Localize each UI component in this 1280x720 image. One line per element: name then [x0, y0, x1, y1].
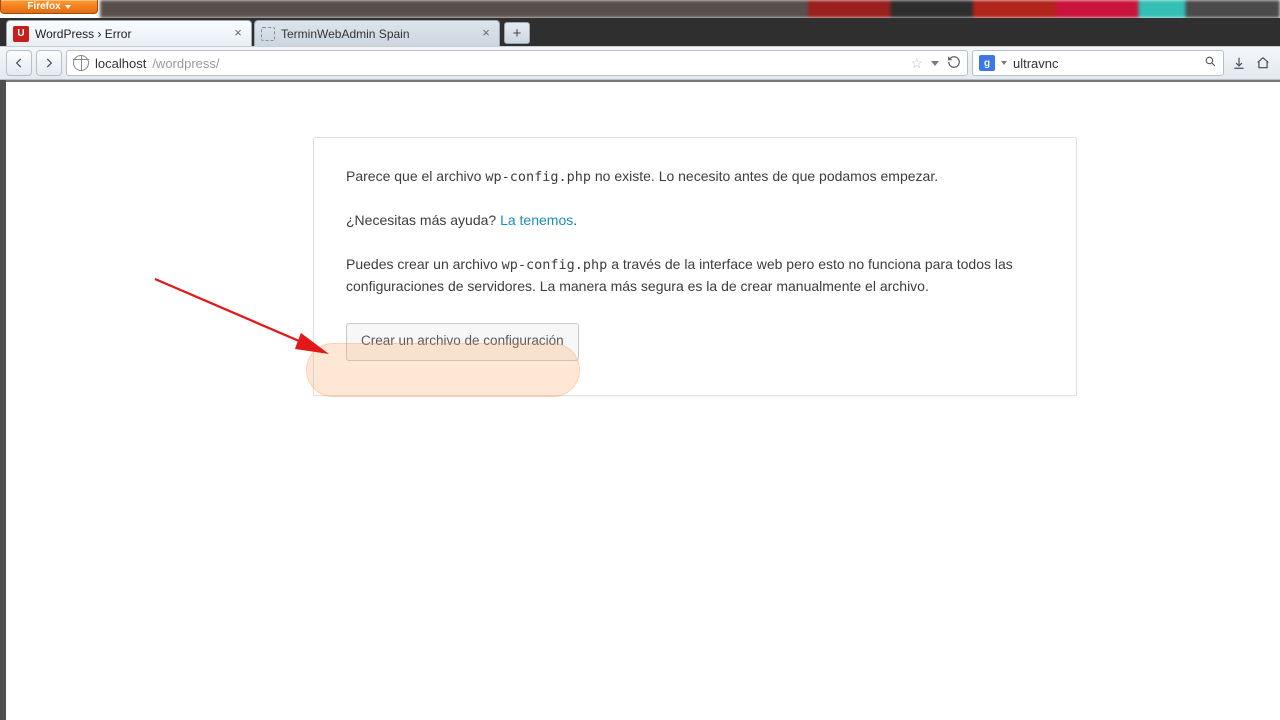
close-icon[interactable]: × [231, 27, 245, 41]
error-paragraph-1: Parece que el archivo wp-config.php no e… [346, 166, 1044, 188]
tab-terminwebadmin[interactable]: TerminWebAdmin Spain × [254, 20, 500, 46]
text: Parece que el archivo [346, 168, 485, 184]
chevron-down-icon[interactable] [931, 61, 939, 66]
tab-strip: U WordPress › Error × TerminWebAdmin Spa… [0, 18, 1280, 46]
text: ¿Necesitas más ayuda? [346, 212, 500, 228]
close-icon[interactable]: × [479, 27, 493, 41]
page-viewport: Parece que el archivo wp-config.php no e… [0, 80, 1280, 720]
firefox-menu-button[interactable]: Firefox [0, 0, 98, 14]
forward-button[interactable] [36, 50, 62, 76]
text: . [573, 212, 577, 228]
text: Puedes crear un archivo [346, 256, 502, 272]
text: no existe. Lo necesito antes de que poda… [591, 168, 938, 184]
back-button[interactable] [6, 50, 32, 76]
wordpress-error-box: Parece que el archivo wp-config.php no e… [313, 137, 1077, 396]
favicon-loading-icon [261, 27, 275, 41]
reload-button[interactable] [947, 55, 961, 72]
new-tab-button[interactable]: + [504, 22, 530, 44]
code-wp-config: wp-config.php [485, 169, 591, 185]
code-wp-config: wp-config.php [502, 257, 608, 273]
downloads-button[interactable] [1228, 50, 1250, 76]
chevron-down-icon [65, 5, 71, 9]
search-value: ultravnc [1013, 56, 1198, 71]
create-config-button[interactable]: Crear un archivo de configuración [346, 323, 579, 361]
home-button[interactable] [1252, 50, 1274, 76]
tab-title: WordPress › Error [35, 27, 225, 41]
bookmarks-toolbar-blurred [100, 0, 1280, 18]
tab-title: TerminWebAdmin Spain [281, 27, 473, 41]
url-host: localhost [95, 56, 146, 71]
viewport-top-border [6, 80, 1280, 82]
navigation-toolbar: localhost/wordpress/ ☆ g ultravnc [0, 46, 1280, 80]
error-paragraph-3: Puedes crear un archivo wp-config.php a … [346, 254, 1044, 298]
error-paragraph-2: ¿Necesitas más ayuda? La tenemos. [346, 210, 1044, 232]
search-box[interactable]: g ultravnc [972, 50, 1224, 76]
bookmark-star-icon[interactable]: ☆ [910, 55, 923, 72]
url-bar[interactable]: localhost/wordpress/ ☆ [66, 50, 968, 76]
tab-wordpress-error[interactable]: U WordPress › Error × [6, 20, 252, 46]
chevron-down-icon[interactable] [1001, 61, 1007, 65]
url-path: /wordpress/ [152, 56, 219, 71]
globe-icon [73, 55, 89, 71]
google-search-icon: g [979, 55, 995, 71]
firefox-menu-label: Firefox [27, 1, 60, 12]
favicon-wordpress-icon: U [13, 26, 29, 42]
help-link[interactable]: La tenemos [500, 212, 573, 228]
search-icon[interactable] [1204, 55, 1217, 71]
